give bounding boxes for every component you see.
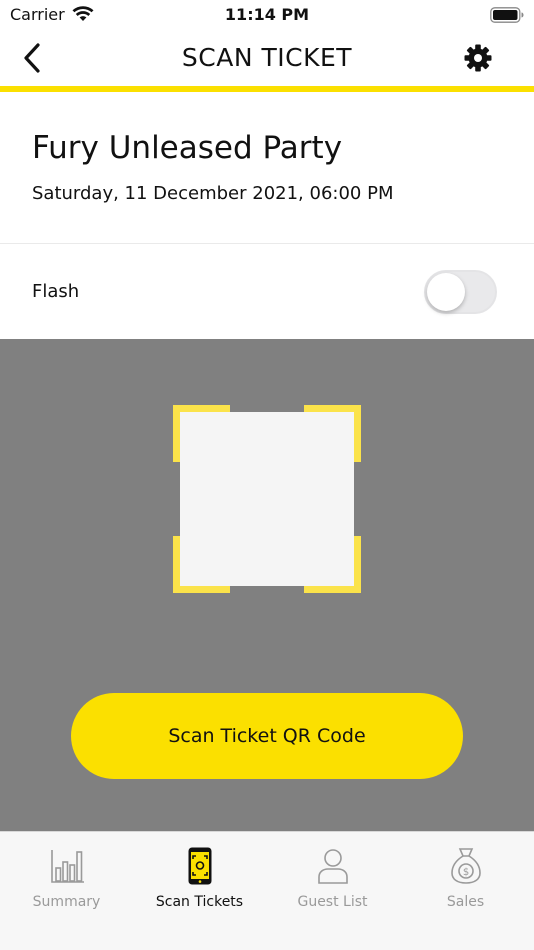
status-bar: Carrier 11:14 PM [0, 0, 534, 30]
event-date: Saturday, 11 December 2021, 06:00 PM [32, 183, 394, 204]
settings-button[interactable] [462, 42, 494, 74]
tab-sales[interactable]: $ Sales [399, 832, 532, 932]
flash-label: Flash [32, 281, 80, 302]
tab-sales-label: Sales [446, 894, 485, 910]
svg-text:$: $ [462, 867, 468, 878]
event-title: Fury Unleased Party [32, 130, 343, 166]
scanner-area: Scan Ticket QR Code [0, 339, 534, 831]
phone-scan-icon [188, 847, 211, 885]
event-info: Fury Unleased Party Saturday, 11 Decembe… [0, 92, 534, 244]
tab-summary[interactable]: Summary [0, 832, 133, 932]
tab-scan-tickets-label: Scan Tickets [155, 894, 244, 910]
status-time: 11:14 PM [224, 5, 310, 24]
tab-bar: Summary Scan Tickets Guest List $ Sales [0, 831, 534, 950]
money-bag-icon: $ [450, 848, 481, 884]
tab-summary-label: Summary [32, 894, 101, 910]
qr-scan-frame [173, 405, 361, 593]
tab-guest-list[interactable]: Guest List [266, 832, 399, 932]
page-title: SCAN TICKET [181, 43, 353, 72]
frame-corner-top-left [173, 405, 230, 462]
tab-guest-list-label: Guest List [297, 894, 368, 910]
bar-chart-icon [50, 850, 84, 883]
gear-icon [464, 44, 492, 72]
tab-scan-tickets[interactable]: Scan Tickets [133, 832, 266, 932]
flash-row: Flash [0, 244, 534, 339]
frame-corner-bottom-right [304, 536, 361, 593]
frame-corner-top-right [304, 405, 361, 462]
person-icon [317, 849, 348, 884]
navigation-bar: SCAN TICKET [0, 30, 534, 86]
battery-icon [490, 7, 524, 23]
frame-corner-bottom-left [173, 536, 230, 593]
flash-toggle[interactable] [424, 270, 497, 314]
scan-qr-button[interactable]: Scan Ticket QR Code [71, 693, 463, 779]
toggle-knob [427, 273, 465, 311]
